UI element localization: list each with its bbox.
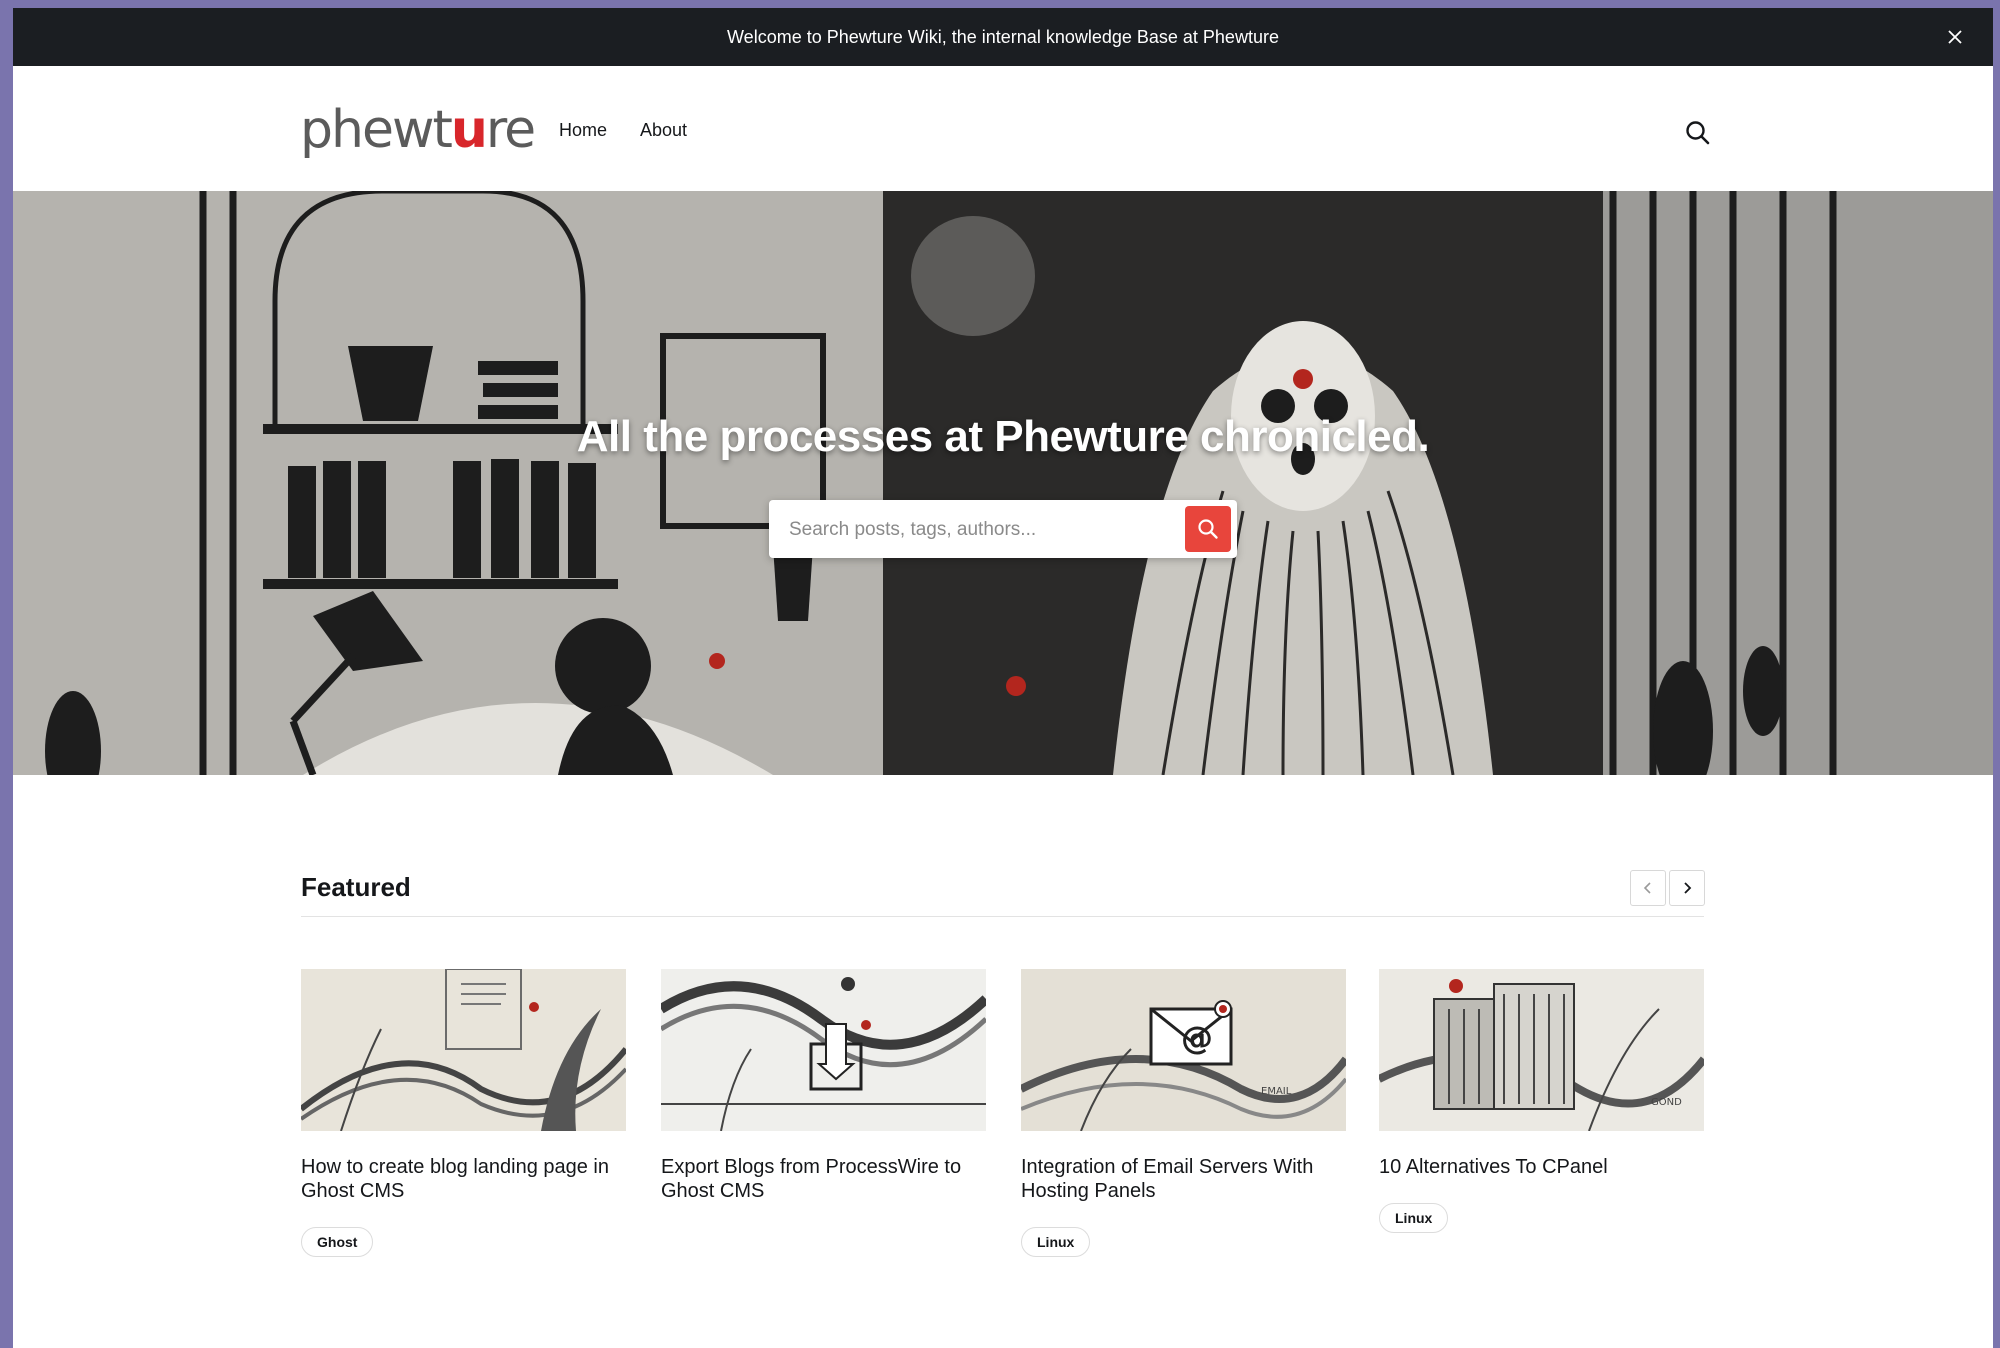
post-card-image[interactable]: GOND	[1379, 969, 1704, 1131]
logo-text-suffix: re	[485, 100, 536, 160]
chevron-right-icon	[1684, 882, 1692, 894]
close-icon[interactable]	[1943, 25, 1967, 49]
hero-search-input[interactable]	[787, 500, 1171, 560]
post-card-title[interactable]: Integration of Email Servers With Hostin…	[1021, 1155, 1346, 1203]
search-icon[interactable]	[1683, 118, 1713, 148]
hero-title: All the processes at Phewture chronicled…	[576, 412, 1430, 461]
announcement-text: Welcome to Phewture Wiki, the internal k…	[727, 26, 1279, 47]
logo-text-prefix: phewt	[300, 100, 453, 160]
post-card-image[interactable]	[301, 969, 626, 1131]
post-card[interactable]: GOND 10 Alternatives To CPanel Linux	[1379, 969, 1704, 1233]
post-card[interactable]: @ EMAIL Integration of Email Servers Wit…	[1021, 969, 1346, 1257]
post-card-title[interactable]: 10 Alternatives To CPanel	[1379, 1155, 1704, 1179]
hero-search-box	[769, 500, 1237, 560]
post-tag[interactable]: Ghost	[301, 1227, 374, 1257]
post-card[interactable]: How to create blog landing page in Ghost…	[301, 969, 626, 1257]
post-card-title[interactable]: Export Blogs from ProcessWire to Ghost C…	[661, 1155, 986, 1203]
announcement-bar: Welcome to Phewture Wiki, the internal k…	[13, 8, 1993, 66]
post-tag[interactable]: Linux	[1379, 1203, 1449, 1233]
featured-cards: How to create blog landing page in Ghost…	[301, 969, 1704, 1269]
search-icon	[1198, 519, 1218, 539]
post-card-image[interactable]	[661, 969, 986, 1131]
site-header: phewt u re Home About	[13, 66, 1993, 191]
svg-text:EMAIL: EMAIL	[1261, 1086, 1292, 1097]
carousel-prev-button[interactable]	[1630, 870, 1666, 906]
featured-heading: Featured	[301, 872, 411, 902]
hero-illustration	[13, 191, 1993, 775]
logo[interactable]: phewt u re	[300, 100, 536, 160]
browser-window: Welcome to Phewture Wiki, the internal k…	[13, 8, 1993, 1348]
main-nav: Home About	[559, 120, 687, 141]
nav-about[interactable]: About	[640, 120, 687, 141]
logo-mark: u	[450, 100, 488, 160]
carousel-next-button[interactable]	[1669, 870, 1705, 906]
post-card-image[interactable]: @ EMAIL	[1021, 969, 1346, 1131]
post-card[interactable]: Export Blogs from ProcessWire to Ghost C…	[661, 969, 986, 1203]
chevron-left-icon	[1643, 882, 1651, 894]
search-button[interactable]	[1185, 506, 1231, 552]
nav-home[interactable]: Home	[559, 120, 607, 141]
svg-text:GOND: GOND	[1651, 1097, 1682, 1108]
post-card-title[interactable]: How to create blog landing page in Ghost…	[301, 1155, 626, 1203]
featured-divider	[301, 916, 1704, 917]
post-tag[interactable]: Linux	[1021, 1227, 1091, 1257]
hero-banner: All the processes at Phewture chronicled…	[13, 191, 1993, 775]
svg-text:@: @	[1181, 1019, 1213, 1057]
